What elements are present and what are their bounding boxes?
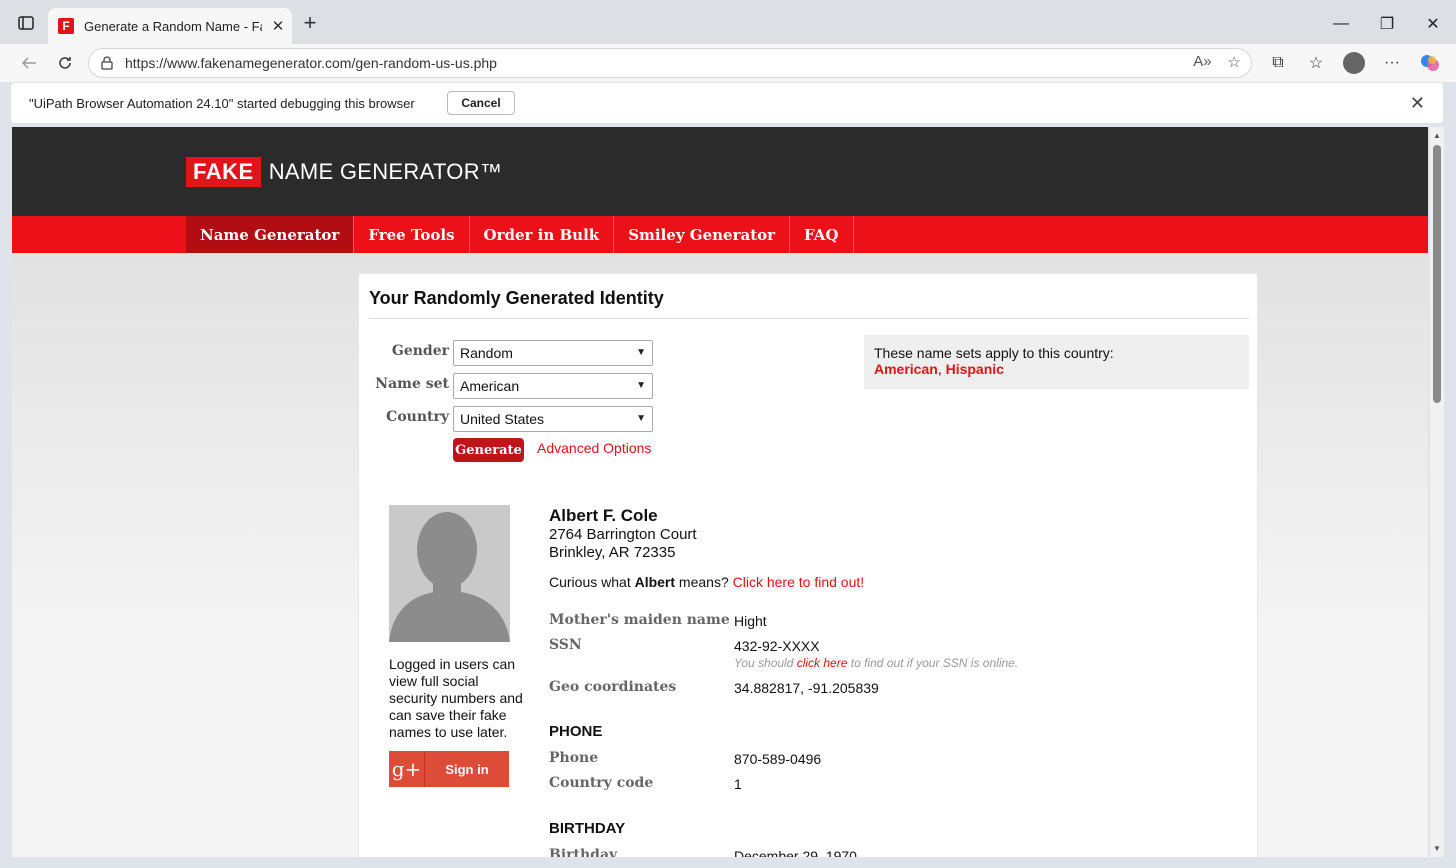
chevron-down-icon: ▼ xyxy=(636,413,646,424)
nameset-american-link[interactable]: American xyxy=(874,361,938,377)
logo-fake: FAKE xyxy=(186,157,261,187)
favorite-star-icon[interactable]: ☆ xyxy=(1228,53,1241,71)
nameset-info-text: These name sets apply to this country: xyxy=(874,345,1114,361)
window-controls: — ❐ ✕ xyxy=(1318,8,1456,40)
address-street: 2764 Barrington Court xyxy=(549,526,697,543)
geo-coordinates-link[interactable]: 34.882817, -91.205839 xyxy=(734,680,879,696)
country-code-label: Country code xyxy=(549,775,654,791)
minimize-icon[interactable]: — xyxy=(1318,8,1364,40)
extensions-icon[interactable]: ⧉ xyxy=(1266,52,1290,74)
maiden-name-value: Hight xyxy=(734,613,767,629)
login-notice: Logged in users can view full social sec… xyxy=(389,656,523,740)
logo-rest: NAME GENERATOR™ xyxy=(268,159,503,184)
gender-select[interactable]: Random ▼ xyxy=(453,340,653,366)
scroll-thumb[interactable] xyxy=(1433,145,1441,403)
generate-button[interactable]: Generate xyxy=(453,438,524,462)
google-signin-button[interactable]: g+ Sign in xyxy=(389,751,509,787)
profile-avatar[interactable] xyxy=(1342,52,1366,74)
phone-value: 870-589-0496 xyxy=(734,751,822,767)
advanced-options-link[interactable]: Advanced Options xyxy=(537,440,651,456)
nameset-select[interactable]: American ▼ xyxy=(453,373,653,399)
curious-name: Albert xyxy=(634,574,676,590)
person-name: Albert F. Cole xyxy=(549,506,658,525)
tab-actions-icon[interactable] xyxy=(14,12,38,34)
nav-faq[interactable]: FAQ xyxy=(790,216,854,253)
phone-heading: PHONE xyxy=(549,723,603,740)
page-scrollbar[interactable]: ▲ ▼ xyxy=(1430,127,1444,857)
country-code-value: 1 xyxy=(734,776,742,792)
site-nav: Name Generator Free Tools Order in Bulk … xyxy=(12,216,1428,253)
ssn-note: You should click here to find out if you… xyxy=(734,656,1018,670)
gender-select-value: Random xyxy=(460,345,513,361)
nameset-info-box: These name sets apply to this country: A… xyxy=(864,335,1249,389)
url-text: https://www.fakenamegenerator.com/gen-ra… xyxy=(125,55,497,71)
nav-order-in-bulk[interactable]: Order in Bulk xyxy=(470,216,615,253)
browser-toolbar: https://www.fakenamegenerator.com/gen-ra… xyxy=(0,44,1456,82)
infobar-text: "UiPath Browser Automation 24.10" starte… xyxy=(29,95,415,111)
ssn-label: SSN xyxy=(549,637,582,653)
address-city: Brinkley, AR 72335 xyxy=(549,544,676,561)
lock-icon xyxy=(101,56,113,70)
page-viewport: FAKE NAME GENERATOR™ Name Generator Free… xyxy=(12,127,1428,857)
bottom-strip xyxy=(0,857,1456,868)
birthday-label: Birthday xyxy=(549,847,618,857)
nameset-hispanic-link[interactable]: Hispanic xyxy=(946,361,1004,377)
window-close-icon[interactable]: ✕ xyxy=(1410,8,1456,40)
country-select-value: United States xyxy=(460,411,545,427)
read-aloud-icon[interactable]: A» xyxy=(1193,53,1211,71)
back-icon[interactable] xyxy=(16,51,42,75)
gender-label: Gender xyxy=(391,343,449,359)
tab-title: Generate a Random Name - Fake xyxy=(84,18,262,34)
ssn-note-prefix: You should xyxy=(734,656,797,670)
phone-label: Phone xyxy=(549,750,599,766)
more-menu-icon[interactable]: ··· xyxy=(1380,52,1404,74)
avatar xyxy=(389,505,510,642)
address-bar[interactable]: https://www.fakenamegenerator.com/gen-ra… xyxy=(88,48,1252,78)
nameset-select-value: American xyxy=(460,378,520,394)
ssn-check-link[interactable]: click here xyxy=(797,656,848,670)
name-meaning-link[interactable]: Click here to find out! xyxy=(733,574,865,590)
google-plus-icon: g+ xyxy=(389,751,425,787)
nav-free-tools[interactable]: Free Tools xyxy=(354,216,470,253)
scroll-down-icon[interactable]: ▼ xyxy=(1433,844,1441,853)
birthday-heading: BIRTHDAY xyxy=(549,820,626,837)
restore-icon[interactable]: ❐ xyxy=(1364,8,1410,40)
chevron-down-icon: ▼ xyxy=(636,347,646,358)
nav-name-generator[interactable]: Name Generator xyxy=(186,216,355,253)
infobar-close-icon[interactable]: ✕ xyxy=(1410,93,1425,114)
refresh-icon[interactable] xyxy=(52,51,78,75)
site-header: FAKE NAME GENERATOR™ xyxy=(12,127,1428,216)
curious-suffix: means? xyxy=(675,574,733,590)
generator-form: Gender Random ▼ Name set American ▼ Coun… xyxy=(359,274,659,474)
country-select[interactable]: United States ▼ xyxy=(453,406,653,432)
name-meaning-line: Curious what Albert means? Click here to… xyxy=(549,574,864,590)
ssn-note-suffix: to find out if your SSN is online. xyxy=(847,656,1019,670)
tab-close-icon[interactable]: ✕ xyxy=(270,17,286,35)
geo-label: Geo coordinates xyxy=(549,679,677,695)
debugging-infobar: "UiPath Browser Automation 24.10" starte… xyxy=(10,82,1444,124)
curious-prefix: Curious what xyxy=(549,574,635,590)
copilot-icon[interactable] xyxy=(1418,52,1442,74)
cancel-button[interactable]: Cancel xyxy=(447,91,515,115)
nav-smiley-generator[interactable]: Smiley Generator xyxy=(614,216,791,253)
scroll-up-icon[interactable]: ▲ xyxy=(1433,131,1441,140)
birthday-value: December 29, 1970 xyxy=(734,848,857,857)
identity-card: Your Randomly Generated Identity Gender … xyxy=(358,273,1258,857)
nameset-separator: , xyxy=(937,361,946,377)
maiden-name-label: Mother's maiden name xyxy=(549,612,730,628)
favorites-icon[interactable]: ☆ xyxy=(1304,52,1328,74)
country-label: Country xyxy=(386,409,449,425)
chevron-down-icon: ▼ xyxy=(636,380,646,391)
browser-tab[interactable]: F Generate a Random Name - Fake ✕ xyxy=(48,8,292,44)
ssn-value: 432-92-XXXX xyxy=(734,638,820,654)
site-favicon-icon: F xyxy=(58,18,74,34)
signin-label: Sign in xyxy=(445,761,489,777)
nameset-label: Name set xyxy=(375,376,449,392)
site-logo[interactable]: FAKE NAME GENERATOR™ xyxy=(186,157,502,187)
new-tab-icon[interactable]: + xyxy=(298,12,322,34)
browser-titlebar: F Generate a Random Name - Fake ✕ + — ❐ … xyxy=(0,0,1456,44)
